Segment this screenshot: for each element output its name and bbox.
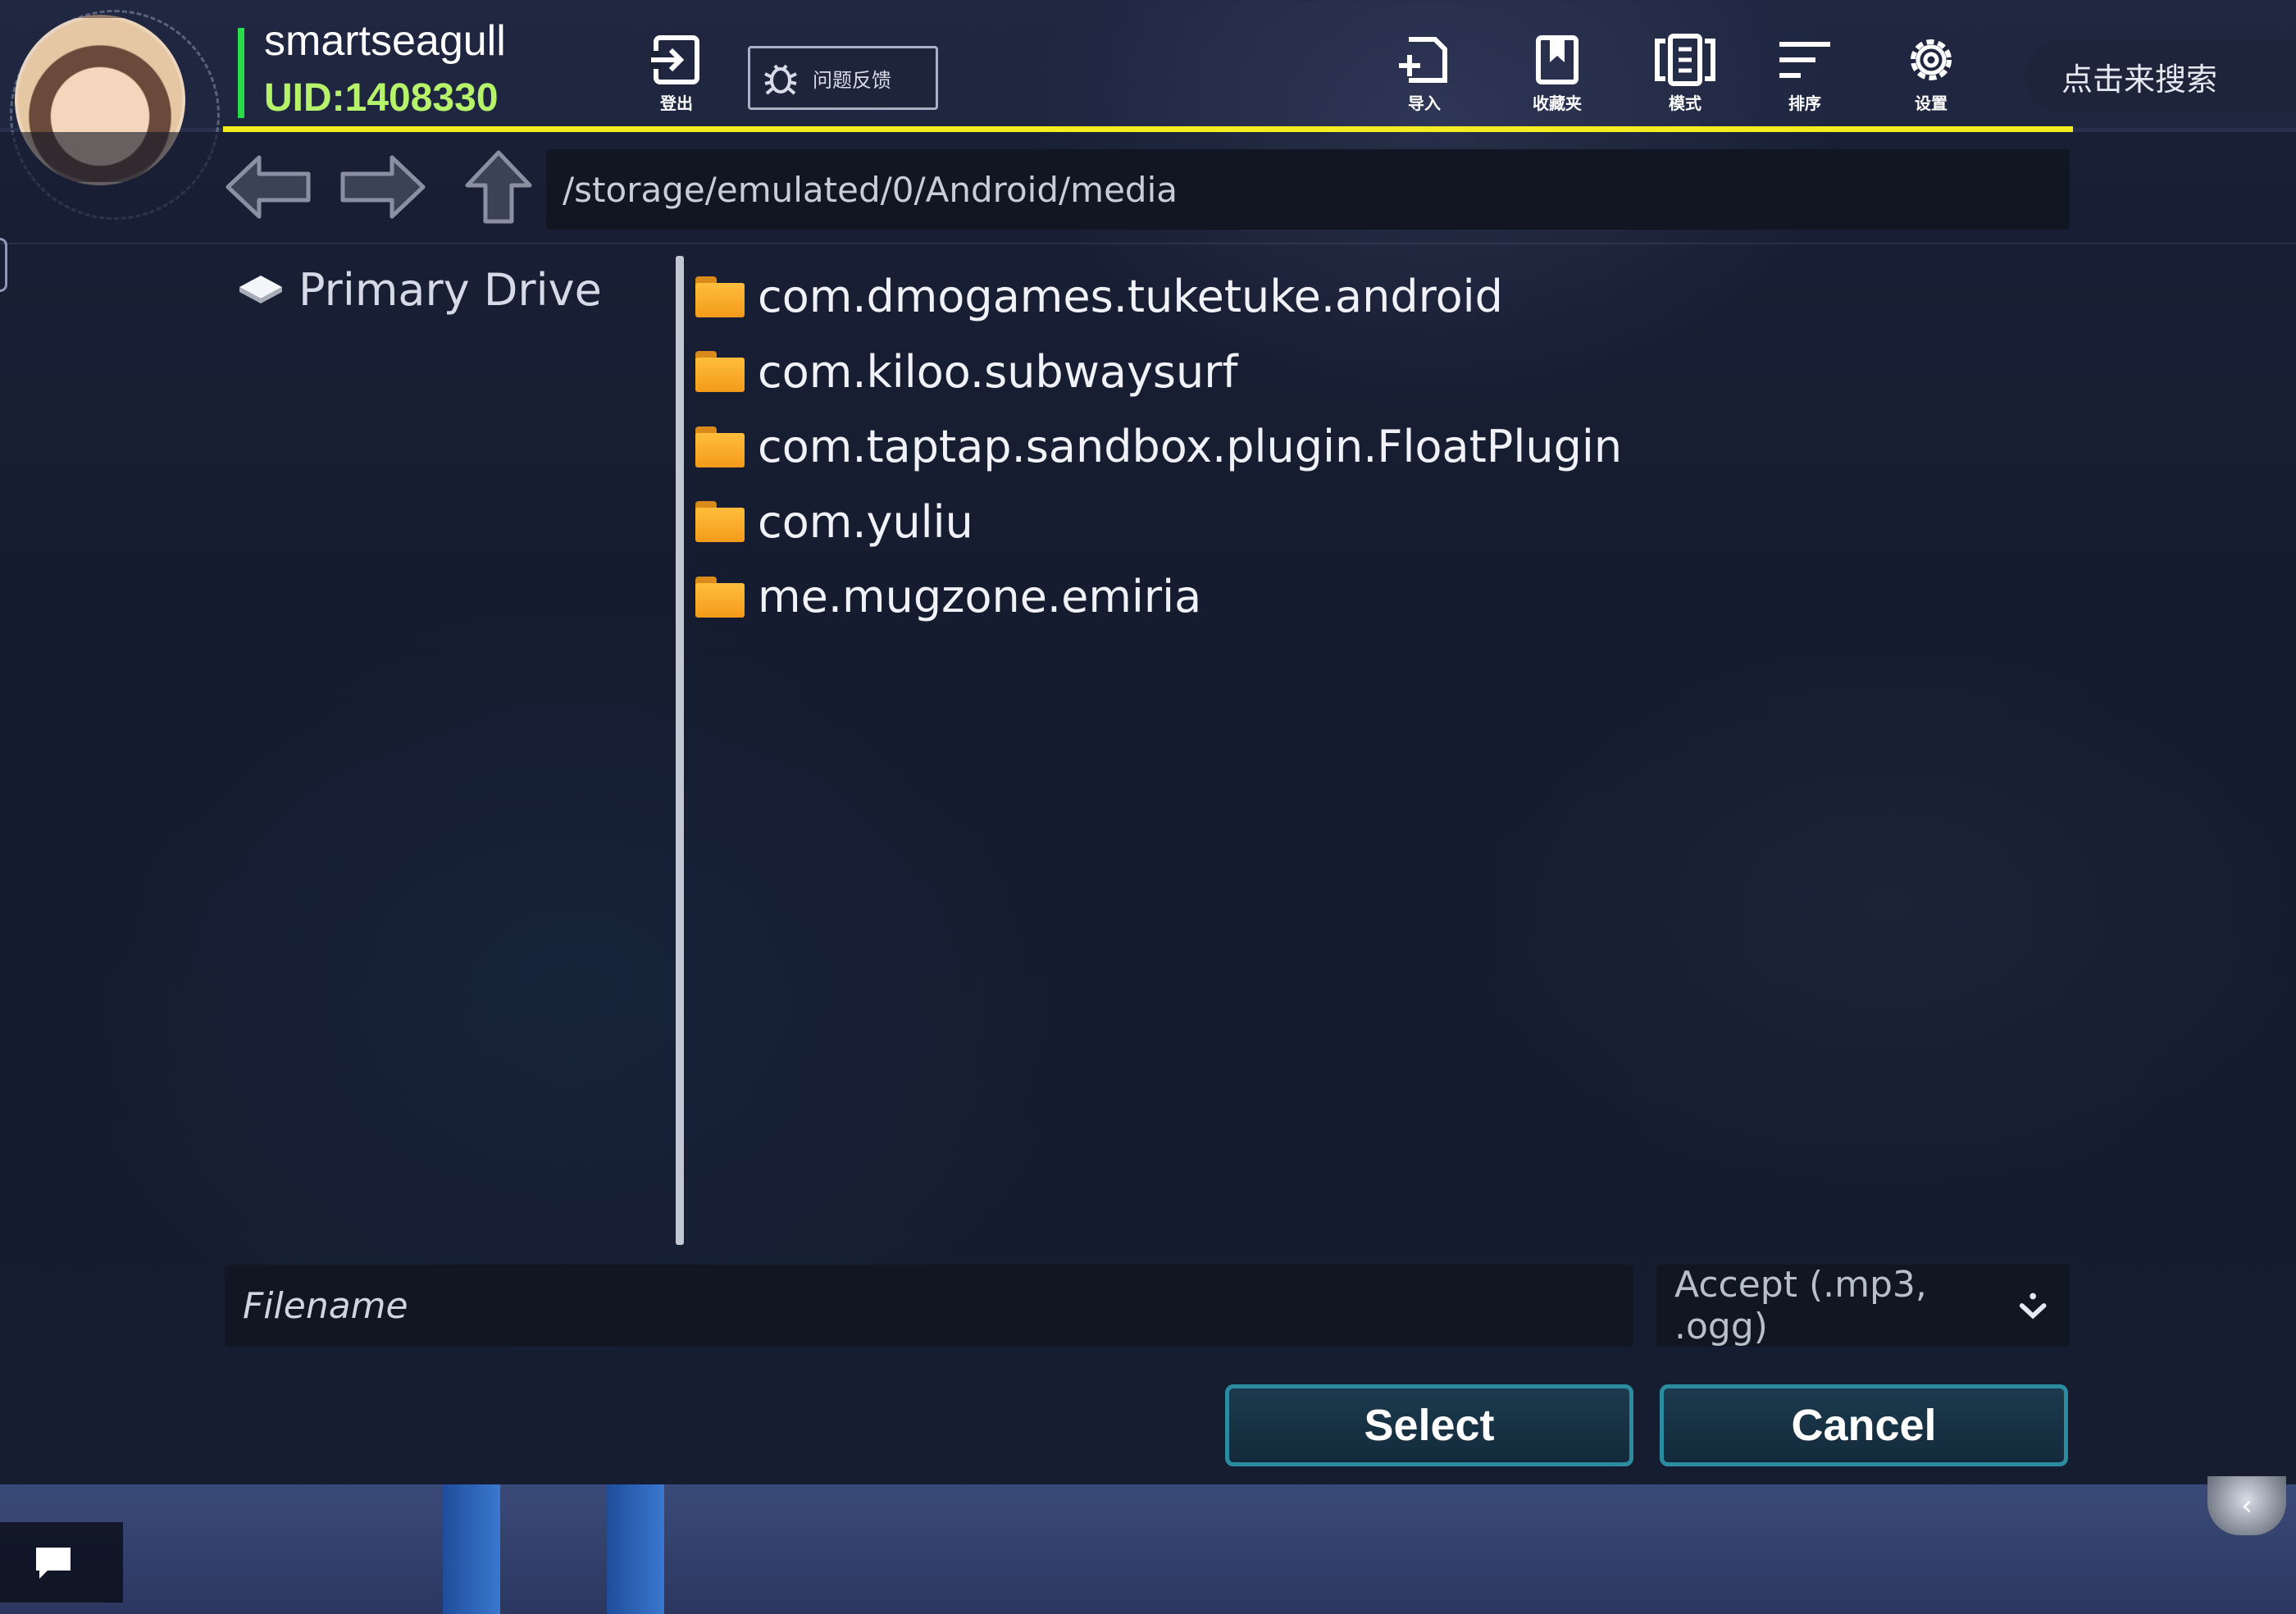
folder-name: com.kiloo.subwaysurf [758, 345, 1238, 398]
user-uid: UID:1408330 [264, 76, 499, 120]
sort-button[interactable]: 排序 [1760, 33, 1850, 114]
feedback-button[interactable]: 问题反馈 [748, 46, 938, 110]
collapse-button[interactable]: ‹ [2207, 1476, 2286, 1535]
mode-icon [1655, 34, 1715, 86]
search-placeholder: 点击来搜索 [2061, 61, 2218, 98]
logout-icon [649, 35, 699, 84]
favorites-label: 收藏夹 [1533, 93, 1582, 113]
folder-icon [695, 501, 745, 543]
favorites-button[interactable]: 收藏夹 [1512, 33, 1602, 114]
folder-row[interactable]: com.dmogames.tuketuke.android [695, 259, 1622, 335]
chevron-down-icon [2019, 1293, 2047, 1320]
file-list: com.dmogames.tuketuke.android com.kiloo.… [695, 259, 1622, 635]
up-button[interactable] [459, 148, 538, 226]
folder-icon [695, 426, 745, 467]
forward-button[interactable] [338, 148, 428, 226]
chat-button[interactable] [0, 1522, 123, 1603]
filename-placeholder: Filename [243, 1284, 408, 1327]
arrow-left-icon [226, 155, 311, 219]
sort-label: 排序 [1788, 93, 1821, 113]
folder-name: com.dmogames.tuketuke.android [758, 271, 1503, 323]
import-label: 导入 [1408, 93, 1441, 113]
arrow-right-icon [340, 155, 426, 219]
folder-icon [695, 351, 745, 393]
online-indicator [238, 28, 244, 118]
arrow-up-icon [465, 150, 532, 224]
settings-label: 设置 [1915, 93, 1947, 113]
chat-icon [36, 1548, 71, 1579]
cancel-button[interactable]: Cancel [1660, 1384, 2068, 1466]
character-leg-left [443, 1484, 500, 1614]
folder-icon [695, 276, 745, 317]
file-type-select[interactable]: Accept (.mp3, .ogg) [1656, 1264, 2070, 1347]
username: smartseagull [264, 17, 506, 65]
path-text: /storage/emulated/0/Android/media [563, 169, 1178, 210]
header-divider [0, 243, 2296, 244]
drive-item-primary[interactable]: Primary Drive [238, 264, 602, 316]
back-button[interactable] [223, 148, 313, 226]
top-bar: smartseagull UID:1408330 登出 问题反馈 导入 收藏夹 [0, 0, 2296, 220]
import-button[interactable]: 导入 [1379, 33, 1469, 114]
settings-button[interactable]: 设置 [1886, 33, 1976, 114]
file-type-value: Accept (.mp3, .ogg) [1674, 1264, 1927, 1347]
drive-icon [239, 275, 282, 303]
select-button[interactable]: Select [1225, 1384, 1633, 1466]
sort-icon [1779, 42, 1830, 78]
mode-label: 模式 [1669, 93, 1702, 113]
folder-row[interactable]: com.yuliu [695, 485, 1622, 560]
import-icon [1399, 37, 1447, 83]
side-handle[interactable] [0, 238, 7, 292]
path-field[interactable]: /storage/emulated/0/Android/media [546, 149, 2070, 230]
cancel-button-label: Cancel [1791, 1401, 1937, 1450]
folder-row[interactable]: com.taptap.sandbox.plugin.FloatPlugin [695, 409, 1622, 485]
drive-label: Primary Drive [298, 264, 602, 316]
folder-row[interactable]: me.mugzone.emiria [695, 559, 1622, 635]
bug-icon [764, 64, 797, 95]
feedback-label: 问题反馈 [813, 68, 891, 92]
gear-icon [1911, 39, 1952, 80]
folder-row[interactable]: com.kiloo.subwaysurf [695, 335, 1622, 410]
filename-input[interactable]: Filename [225, 1265, 1633, 1347]
folder-icon [695, 576, 745, 618]
accent-line [223, 126, 2073, 132]
bookmark-icon [1536, 35, 1578, 84]
folder-name: com.taptap.sandbox.plugin.FloatPlugin [758, 421, 1623, 473]
select-button-label: Select [1364, 1401, 1495, 1450]
logout-button[interactable]: 登出 [631, 33, 722, 114]
folder-name: com.yuliu [758, 495, 973, 548]
mode-button[interactable]: 模式 [1640, 33, 1730, 114]
character-leg-right [607, 1484, 664, 1614]
search-box[interactable]: 点击来搜索 [2025, 41, 2296, 112]
pane-divider[interactable] [676, 256, 684, 1245]
folder-name: me.mugzone.emiria [758, 571, 1202, 623]
chevron-left-icon: ‹ [2241, 1489, 2253, 1522]
logout-label: 登出 [660, 93, 693, 113]
background-scene [0, 1484, 2296, 1614]
